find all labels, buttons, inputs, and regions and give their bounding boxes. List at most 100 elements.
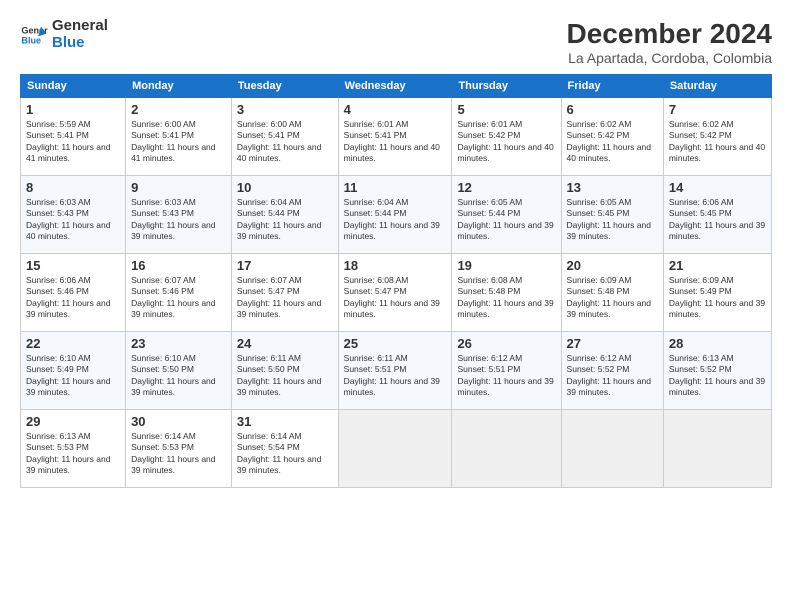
- day-number: 2: [131, 102, 226, 117]
- day-number: 24: [237, 336, 333, 351]
- day-info: Sunrise: 6:10 AMSunset: 5:49 PMDaylight:…: [26, 353, 110, 397]
- day-info: Sunrise: 5:59 AMSunset: 5:41 PMDaylight:…: [26, 119, 110, 163]
- table-row: 26 Sunrise: 6:12 AMSunset: 5:51 PMDayligh…: [452, 332, 561, 410]
- col-thursday: Thursday: [452, 75, 561, 98]
- day-number: 27: [567, 336, 658, 351]
- table-row: 28 Sunrise: 6:13 AMSunset: 5:52 PMDayligh…: [663, 332, 771, 410]
- day-info: Sunrise: 6:08 AMSunset: 5:48 PMDaylight:…: [457, 275, 553, 319]
- table-row: 16 Sunrise: 6:07 AMSunset: 5:46 PMDayligh…: [126, 254, 232, 332]
- table-row: 12 Sunrise: 6:05 AMSunset: 5:44 PMDayligh…: [452, 176, 561, 254]
- table-row: 3 Sunrise: 6:00 AMSunset: 5:41 PMDaylight…: [231, 98, 338, 176]
- table-row: 2 Sunrise: 6:00 AMSunset: 5:41 PMDaylight…: [126, 98, 232, 176]
- table-row: 8 Sunrise: 6:03 AMSunset: 5:43 PMDaylight…: [21, 176, 126, 254]
- day-info: Sunrise: 6:01 AMSunset: 5:41 PMDaylight:…: [344, 119, 440, 163]
- table-row: 11Sunrise: 6:04 AMSunset: 5:44 PMDayligh…: [338, 176, 452, 254]
- day-info: Sunrise: 6:13 AMSunset: 5:53 PMDaylight:…: [26, 431, 110, 475]
- calendar-week-5: 29 Sunrise: 6:13 AMSunset: 5:53 PMDayligh…: [21, 410, 772, 488]
- day-number: 3: [237, 102, 333, 117]
- table-row: 27 Sunrise: 6:12 AMSunset: 5:52 PMDayligh…: [561, 332, 663, 410]
- col-tuesday: Tuesday: [231, 75, 338, 98]
- table-row: 23Sunrise: 6:10 AMSunset: 5:50 PMDayligh…: [126, 332, 232, 410]
- day-info: Sunrise: 6:06 AMSunset: 5:46 PMDaylight:…: [26, 275, 110, 319]
- day-info: Sunrise: 6:03 AMSunset: 5:43 PMDaylight:…: [131, 197, 215, 241]
- table-row: 15 Sunrise: 6:06 AMSunset: 5:46 PMDayligh…: [21, 254, 126, 332]
- day-info: Sunrise: 6:12 AMSunset: 5:52 PMDaylight:…: [567, 353, 651, 397]
- day-info: Sunrise: 6:04 AMSunset: 5:44 PMDaylight:…: [344, 197, 440, 241]
- table-row: [338, 410, 452, 488]
- day-number: 7: [669, 102, 766, 117]
- table-row: 22Sunrise: 6:10 AMSunset: 5:49 PMDayligh…: [21, 332, 126, 410]
- day-info: Sunrise: 6:07 AMSunset: 5:46 PMDaylight:…: [131, 275, 215, 319]
- day-info: Sunrise: 6:12 AMSunset: 5:51 PMDaylight:…: [457, 353, 553, 397]
- col-sunday: Sunday: [21, 75, 126, 98]
- col-saturday: Saturday: [663, 75, 771, 98]
- day-number: 8: [26, 180, 120, 195]
- logo: General Blue General Blue: [20, 18, 108, 51]
- table-row: [561, 410, 663, 488]
- day-info: Sunrise: 6:05 AMSunset: 5:44 PMDaylight:…: [457, 197, 553, 241]
- day-info: Sunrise: 6:07 AMSunset: 5:47 PMDaylight:…: [237, 275, 321, 319]
- day-number: 4: [344, 102, 447, 117]
- day-number: 30: [131, 414, 226, 429]
- day-number: 15: [26, 258, 120, 273]
- table-row: 7 Sunrise: 6:02 AMSunset: 5:42 PMDaylight…: [663, 98, 771, 176]
- day-number: 25: [344, 336, 447, 351]
- day-number: 1: [26, 102, 120, 117]
- table-row: 5Sunrise: 6:01 AMSunset: 5:42 PMDaylight…: [452, 98, 561, 176]
- day-info: Sunrise: 6:03 AMSunset: 5:43 PMDaylight:…: [26, 197, 110, 241]
- day-info: Sunrise: 6:00 AMSunset: 5:41 PMDaylight:…: [237, 119, 321, 163]
- day-info: Sunrise: 6:09 AMSunset: 5:48 PMDaylight:…: [567, 275, 651, 319]
- day-info: Sunrise: 6:02 AMSunset: 5:42 PMDaylight:…: [669, 119, 765, 163]
- day-number: 6: [567, 102, 658, 117]
- day-number: 18: [344, 258, 447, 273]
- calendar-week-2: 8 Sunrise: 6:03 AMSunset: 5:43 PMDaylight…: [21, 176, 772, 254]
- calendar-week-1: 1 Sunrise: 5:59 AMSunset: 5:41 PMDaylight…: [21, 98, 772, 176]
- day-info: Sunrise: 6:09 AMSunset: 5:49 PMDaylight:…: [669, 275, 765, 319]
- main-title: December 2024: [567, 18, 772, 50]
- table-row: 19 Sunrise: 6:08 AMSunset: 5:48 PMDayligh…: [452, 254, 561, 332]
- day-info: Sunrise: 6:05 AMSunset: 5:45 PMDaylight:…: [567, 197, 651, 241]
- day-info: Sunrise: 6:06 AMSunset: 5:45 PMDaylight:…: [669, 197, 765, 241]
- day-number: 29: [26, 414, 120, 429]
- calendar-week-4: 22Sunrise: 6:10 AMSunset: 5:49 PMDayligh…: [21, 332, 772, 410]
- day-info: Sunrise: 6:11 AMSunset: 5:50 PMDaylight:…: [237, 353, 321, 397]
- day-info: Sunrise: 6:14 AMSunset: 5:54 PMDaylight:…: [237, 431, 321, 475]
- day-info: Sunrise: 6:11 AMSunset: 5:51 PMDaylight:…: [344, 353, 440, 397]
- logo-text: General Blue: [52, 18, 108, 51]
- day-info: Sunrise: 6:02 AMSunset: 5:42 PMDaylight:…: [567, 119, 651, 163]
- table-row: [452, 410, 561, 488]
- day-number: 23: [131, 336, 226, 351]
- day-number: 17: [237, 258, 333, 273]
- subtitle: La Apartada, Cordoba, Colombia: [567, 50, 772, 66]
- day-number: 21: [669, 258, 766, 273]
- calendar-week-3: 15 Sunrise: 6:06 AMSunset: 5:46 PMDayligh…: [21, 254, 772, 332]
- day-number: 20: [567, 258, 658, 273]
- day-info: Sunrise: 6:00 AMSunset: 5:41 PMDaylight:…: [131, 119, 215, 163]
- day-number: 26: [457, 336, 555, 351]
- day-number: 14: [669, 180, 766, 195]
- page: General Blue General Blue December 2024 …: [0, 0, 792, 612]
- day-number: 19: [457, 258, 555, 273]
- table-row: 25 Sunrise: 6:11 AMSunset: 5:51 PMDayligh…: [338, 332, 452, 410]
- logo-icon: General Blue: [20, 21, 48, 49]
- table-row: 4 Sunrise: 6:01 AMSunset: 5:41 PMDaylight…: [338, 98, 452, 176]
- table-row: 17 Sunrise: 6:07 AMSunset: 5:47 PMDayligh…: [231, 254, 338, 332]
- day-info: Sunrise: 6:13 AMSunset: 5:52 PMDaylight:…: [669, 353, 765, 397]
- day-info: Sunrise: 6:04 AMSunset: 5:44 PMDaylight:…: [237, 197, 321, 241]
- day-number: 12: [457, 180, 555, 195]
- day-number: 16: [131, 258, 226, 273]
- col-wednesday: Wednesday: [338, 75, 452, 98]
- day-number: 10: [237, 180, 333, 195]
- day-number: 28: [669, 336, 766, 351]
- table-row: 24 Sunrise: 6:11 AMSunset: 5:50 PMDayligh…: [231, 332, 338, 410]
- day-info: Sunrise: 6:14 AMSunset: 5:53 PMDaylight:…: [131, 431, 215, 475]
- header: General Blue General Blue December 2024 …: [20, 18, 772, 66]
- table-row: 9Sunrise: 6:03 AMSunset: 5:43 PMDaylight…: [126, 176, 232, 254]
- table-row: 6 Sunrise: 6:02 AMSunset: 5:42 PMDaylight…: [561, 98, 663, 176]
- title-block: December 2024 La Apartada, Cordoba, Colo…: [567, 18, 772, 66]
- col-friday: Friday: [561, 75, 663, 98]
- table-row: 14 Sunrise: 6:06 AMSunset: 5:45 PMDayligh…: [663, 176, 771, 254]
- calendar-table: Sunday Monday Tuesday Wednesday Thursday…: [20, 74, 772, 488]
- table-row: 20 Sunrise: 6:09 AMSunset: 5:48 PMDayligh…: [561, 254, 663, 332]
- day-info: Sunrise: 6:08 AMSunset: 5:47 PMDaylight:…: [344, 275, 440, 319]
